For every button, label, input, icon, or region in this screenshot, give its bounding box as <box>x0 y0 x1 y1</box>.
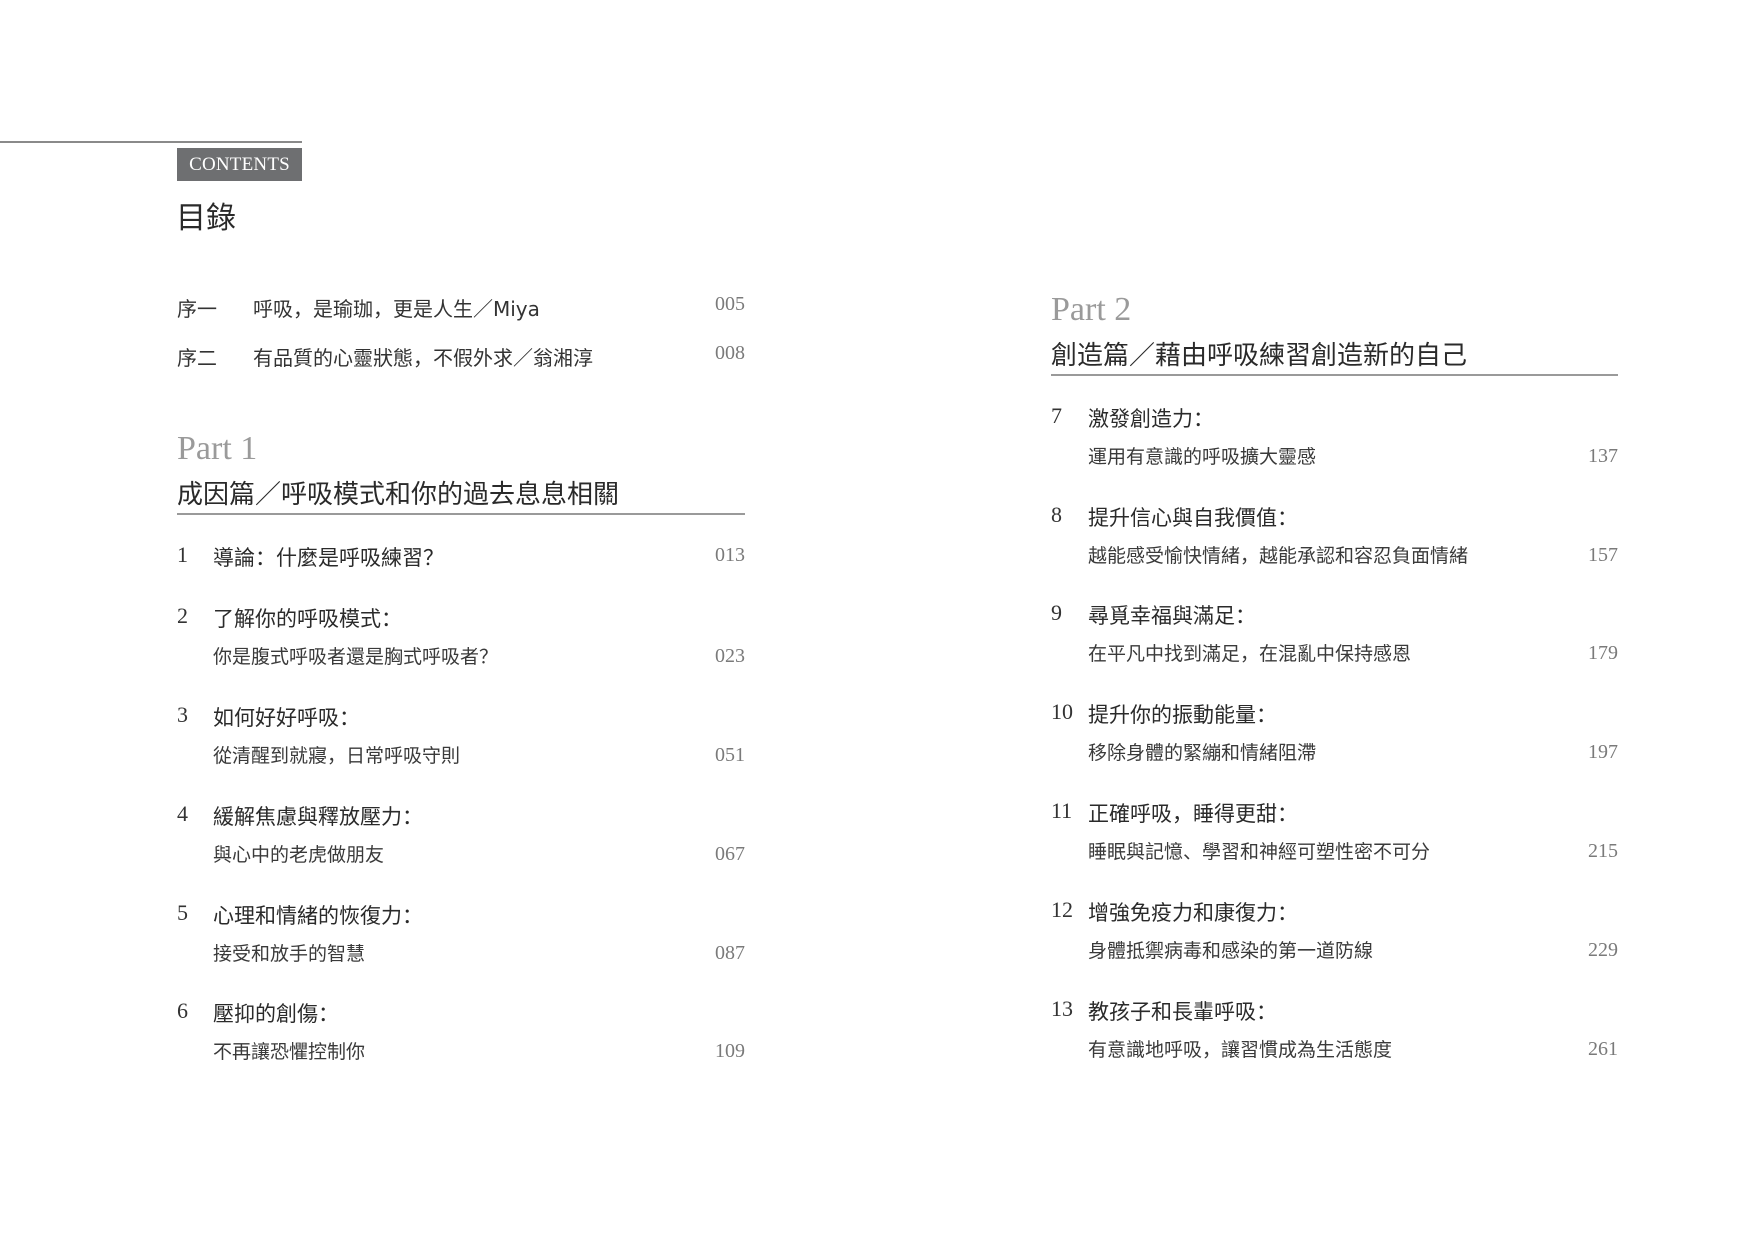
page-number: 087 <box>715 942 745 964</box>
chapter-subtitle: 移除身體的緊繃和情緒阻滯 <box>1088 742 1317 764</box>
chapter-number: 5 <box>177 900 188 925</box>
page-number: 179 <box>1588 642 1618 664</box>
chapter-number: 12 <box>1051 897 1073 922</box>
chapter-item[interactable]: 12 增強免疫力和康復力： 身體抵禦病毒和感染的第一道防線 229 <box>1051 897 1618 977</box>
chapter-item[interactable]: 5 心理和情緒的恢復力： 接受和放手的智慧 087 <box>177 900 745 980</box>
chapter-item[interactable]: 10 提升你的振動能量： 移除身體的緊繃和情緒阻滯 197 <box>1051 699 1618 779</box>
chapter-item[interactable]: 8 提升信心與自我價值： 越能感受愉快情緒，越能承認和容忍負面情緒 157 <box>1051 502 1618 582</box>
chapter-title: 尋覓幸福與滿足： <box>1088 604 1256 628</box>
chapter-title: 提升信心與自我價值： <box>1088 506 1298 530</box>
page-number: 157 <box>1588 544 1618 566</box>
contents-badge: CONTENTS <box>177 148 302 181</box>
chapter-item[interactable]: 13 教孩子和長輩呼吸： 有意識地呼吸，讓習慣成為生活態度 261 <box>1051 996 1618 1076</box>
chapter-number: 4 <box>177 801 188 826</box>
part-rule <box>1051 374 1618 376</box>
part-label: Part 1 <box>177 430 258 467</box>
page-number: 261 <box>1588 1038 1618 1060</box>
part-title: 成因篇／呼吸模式和你的過去息息相關 <box>177 480 620 510</box>
chapter-title: 激發創造力： <box>1088 407 1214 431</box>
chapter-subtitle: 接受和放手的智慧 <box>213 943 366 965</box>
chapter-item[interactable]: 6 壓抑的創傷： 不再讓恐懼控制你 109 <box>177 998 745 1078</box>
chapter-item[interactable]: 4 緩解焦慮與釋放壓力： 與心中的老虎做朋友 067 <box>177 801 745 881</box>
page-number: 051 <box>715 744 745 766</box>
page-number: 067 <box>715 843 745 865</box>
chapter-number: 9 <box>1051 600 1062 625</box>
chapter-subtitle: 不再讓恐懼控制你 <box>213 1041 366 1063</box>
chapter-title: 增強免疫力和康復力： <box>1088 901 1298 925</box>
chapter-title: 正確呼吸，睡得更甜： <box>1088 802 1298 826</box>
chapter-subtitle: 你是腹式呼吸者還是胸式呼吸者？ <box>213 646 499 668</box>
chapter-item[interactable]: 2 了解你的呼吸模式： 你是腹式呼吸者還是胸式呼吸者？ 023 <box>177 603 745 683</box>
chapter-subtitle: 運用有意識的呼吸擴大靈感 <box>1088 446 1317 468</box>
part-rule <box>177 513 745 515</box>
chapter-item[interactable]: 9 尋覓幸福與滿足： 在平凡中找到滿足，在混亂中保持感恩 179 <box>1051 600 1618 680</box>
page-number: 197 <box>1588 741 1618 763</box>
chapter-subtitle: 從清醒到就寢，日常呼吸守則 <box>213 745 461 767</box>
chapter-subtitle: 在平凡中找到滿足，在混亂中保持感恩 <box>1088 643 1412 665</box>
chapter-subtitle: 越能感受愉快情緒，越能承認和容忍負面情緒 <box>1088 545 1469 567</box>
chapter-title: 心理和情緒的恢復力： <box>213 904 423 928</box>
chapter-number: 1 <box>177 542 188 567</box>
chapter-title: 提升你的振動能量： <box>1088 703 1277 727</box>
toc-title: 目錄 <box>176 201 236 236</box>
chapter-number: 13 <box>1051 996 1073 1021</box>
chapter-number: 7 <box>1051 403 1062 428</box>
chapter-item[interactable]: 11 正確呼吸，睡得更甜： 睡眠與記憶、學習和神經可塑性密不可分 215 <box>1051 798 1618 878</box>
chapter-item[interactable]: 7 激發創造力： 運用有意識的呼吸擴大靈感 137 <box>1051 403 1618 483</box>
page-number: 215 <box>1588 840 1618 862</box>
part-label: Part 2 <box>1051 291 1132 328</box>
preface-item[interactable]: 序二 有品質的心靈狀態，不假外求／翁湘淳 008 <box>177 342 745 372</box>
chapter-title: 教孩子和長輩呼吸： <box>1088 1000 1277 1024</box>
page-number: 008 <box>715 342 745 364</box>
page-number: 229 <box>1588 939 1618 961</box>
chapter-title: 導論：什麼是呼吸練習？ <box>213 546 444 570</box>
chapter-number: 10 <box>1051 699 1073 724</box>
page-number: 137 <box>1588 445 1618 467</box>
chapter-number: 8 <box>1051 502 1062 527</box>
chapter-title: 壓抑的創傷： <box>213 1002 339 1026</box>
chapter-item[interactable]: 3 如何好好呼吸： 從清醒到就寢，日常呼吸守則 051 <box>177 702 745 782</box>
chapter-subtitle: 身體抵禦病毒和感染的第一道防線 <box>1088 940 1374 962</box>
page-number: 109 <box>715 1040 745 1062</box>
preface-title: 有品質的心靈狀態，不假外求／翁湘淳 <box>253 346 593 370</box>
page-number: 023 <box>715 645 745 667</box>
chapter-title: 了解你的呼吸模式： <box>213 607 402 631</box>
preface-label: 序一 <box>177 297 217 321</box>
chapter-subtitle: 睡眠與記憶、學習和神經可塑性密不可分 <box>1088 841 1431 863</box>
chapter-number: 11 <box>1051 798 1073 823</box>
page-number: 013 <box>715 544 745 566</box>
header-rule <box>0 141 302 143</box>
chapter-title: 如何好好呼吸： <box>213 706 360 730</box>
part-title: 創造篇／藉由呼吸練習創造新的自己 <box>1051 341 1468 371</box>
chapter-number: 6 <box>177 998 188 1023</box>
chapter-subtitle: 有意識地呼吸，讓習慣成為生活態度 <box>1088 1039 1393 1061</box>
chapter-number: 3 <box>177 702 188 727</box>
preface-label: 序二 <box>177 346 217 370</box>
chapter-subtitle: 與心中的老虎做朋友 <box>213 844 385 866</box>
preface-title: 呼吸，是瑜珈，更是人生／Miya <box>253 297 540 321</box>
chapter-title: 緩解焦慮與釋放壓力： <box>213 805 423 829</box>
preface-item[interactable]: 序一 呼吸，是瑜珈，更是人生／Miya 005 <box>177 293 745 323</box>
chapter-number: 2 <box>177 603 188 628</box>
page-number: 005 <box>715 293 745 315</box>
